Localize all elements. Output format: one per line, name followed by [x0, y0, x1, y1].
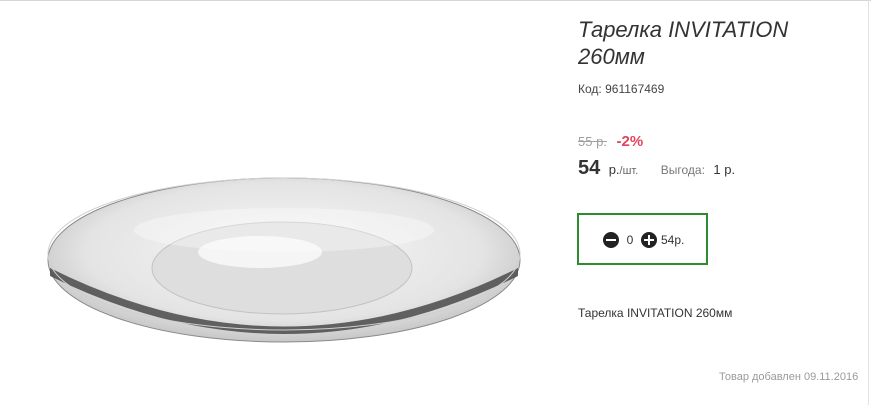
old-price: 55 р.: [578, 134, 607, 149]
quantity-controls: 0 54р.: [603, 232, 684, 248]
quantity-total: 54р.: [661, 233, 685, 247]
plus-circle-icon[interactable]: [641, 232, 657, 248]
quantity-value: 0: [626, 233, 634, 247]
price-row: 54 р./шт. Выгода: 1 р.: [578, 157, 735, 180]
old-price-row: 55 р. -2%: [578, 133, 643, 150]
benefit-label: Выгода:: [660, 163, 705, 177]
right-divider: [868, 0, 869, 405]
added-date: Товар добавлен 09.11.2016: [719, 371, 859, 383]
minus-circle-icon[interactable]: [603, 232, 619, 248]
product-page: Тарелка INVITATION 260мм Код: 961167469 …: [0, 0, 871, 415]
price-unit-suffix: /шт.: [619, 165, 639, 177]
product-code-value: 961167469: [605, 82, 665, 96]
benefit-value: 1 р.: [713, 162, 736, 177]
product-image: [47, 177, 521, 343]
product-code: Код: 961167469: [578, 82, 664, 96]
discount-badge: -2%: [616, 133, 644, 150]
product-title: Тарелка INVITATION 260мм: [578, 17, 789, 69]
top-divider: [0, 0, 871, 1]
quantity-stepper: 0 54р.: [577, 213, 708, 265]
price-unit: р.: [608, 162, 620, 177]
product-description: Тарелка INVITATION 260мм: [578, 306, 733, 320]
product-code-label: Код:: [578, 82, 602, 96]
current-price: 54: [578, 157, 601, 179]
